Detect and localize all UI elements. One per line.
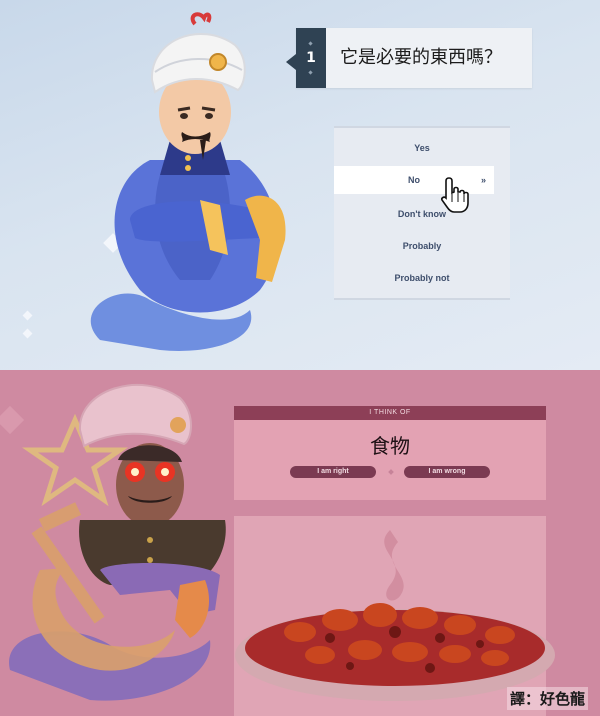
verdict-separator: [388, 469, 394, 475]
answer-no[interactable]: No »: [334, 166, 494, 194]
i-am-right-button[interactable]: I am right: [290, 466, 376, 478]
answer-list: Yes No » Don't know Probably Probably no…: [334, 126, 510, 300]
translator-credit: 譯：好色龍: [506, 687, 588, 710]
question-box: 1 它是必要的東西嗎？: [286, 28, 532, 88]
answer-probably-not[interactable]: Probably not: [334, 264, 510, 292]
answer-dont-know[interactable]: Don't know: [334, 200, 510, 228]
top-panel: 1 它是必要的東西嗎？ Yes No » Don't know Probably…: [0, 0, 600, 370]
question-text: 它是必要的東西嗎？: [340, 47, 502, 68]
chevron-right-icon: »: [480, 175, 486, 185]
answer-yes[interactable]: Yes: [334, 134, 510, 162]
answer-no-label: No: [408, 175, 420, 185]
bottom-panel: I THINK OF 食物 I am right I am wrong 譯：好色…: [0, 370, 600, 716]
question-number: 1: [296, 28, 326, 88]
genie-character: [90, 12, 286, 351]
sparkle-icon: [22, 310, 33, 321]
hand-cursor-icon: [441, 177, 469, 213]
result-answer: 食物: [370, 434, 410, 458]
answer-probably[interactable]: Probably: [334, 232, 510, 260]
result-header: I THINK OF: [234, 406, 546, 420]
question-tail: [286, 54, 296, 70]
i-am-wrong-button[interactable]: I am wrong: [404, 466, 490, 478]
result-card: 食物 I am right I am wrong: [234, 420, 546, 500]
sparkle-icon: [22, 328, 33, 339]
